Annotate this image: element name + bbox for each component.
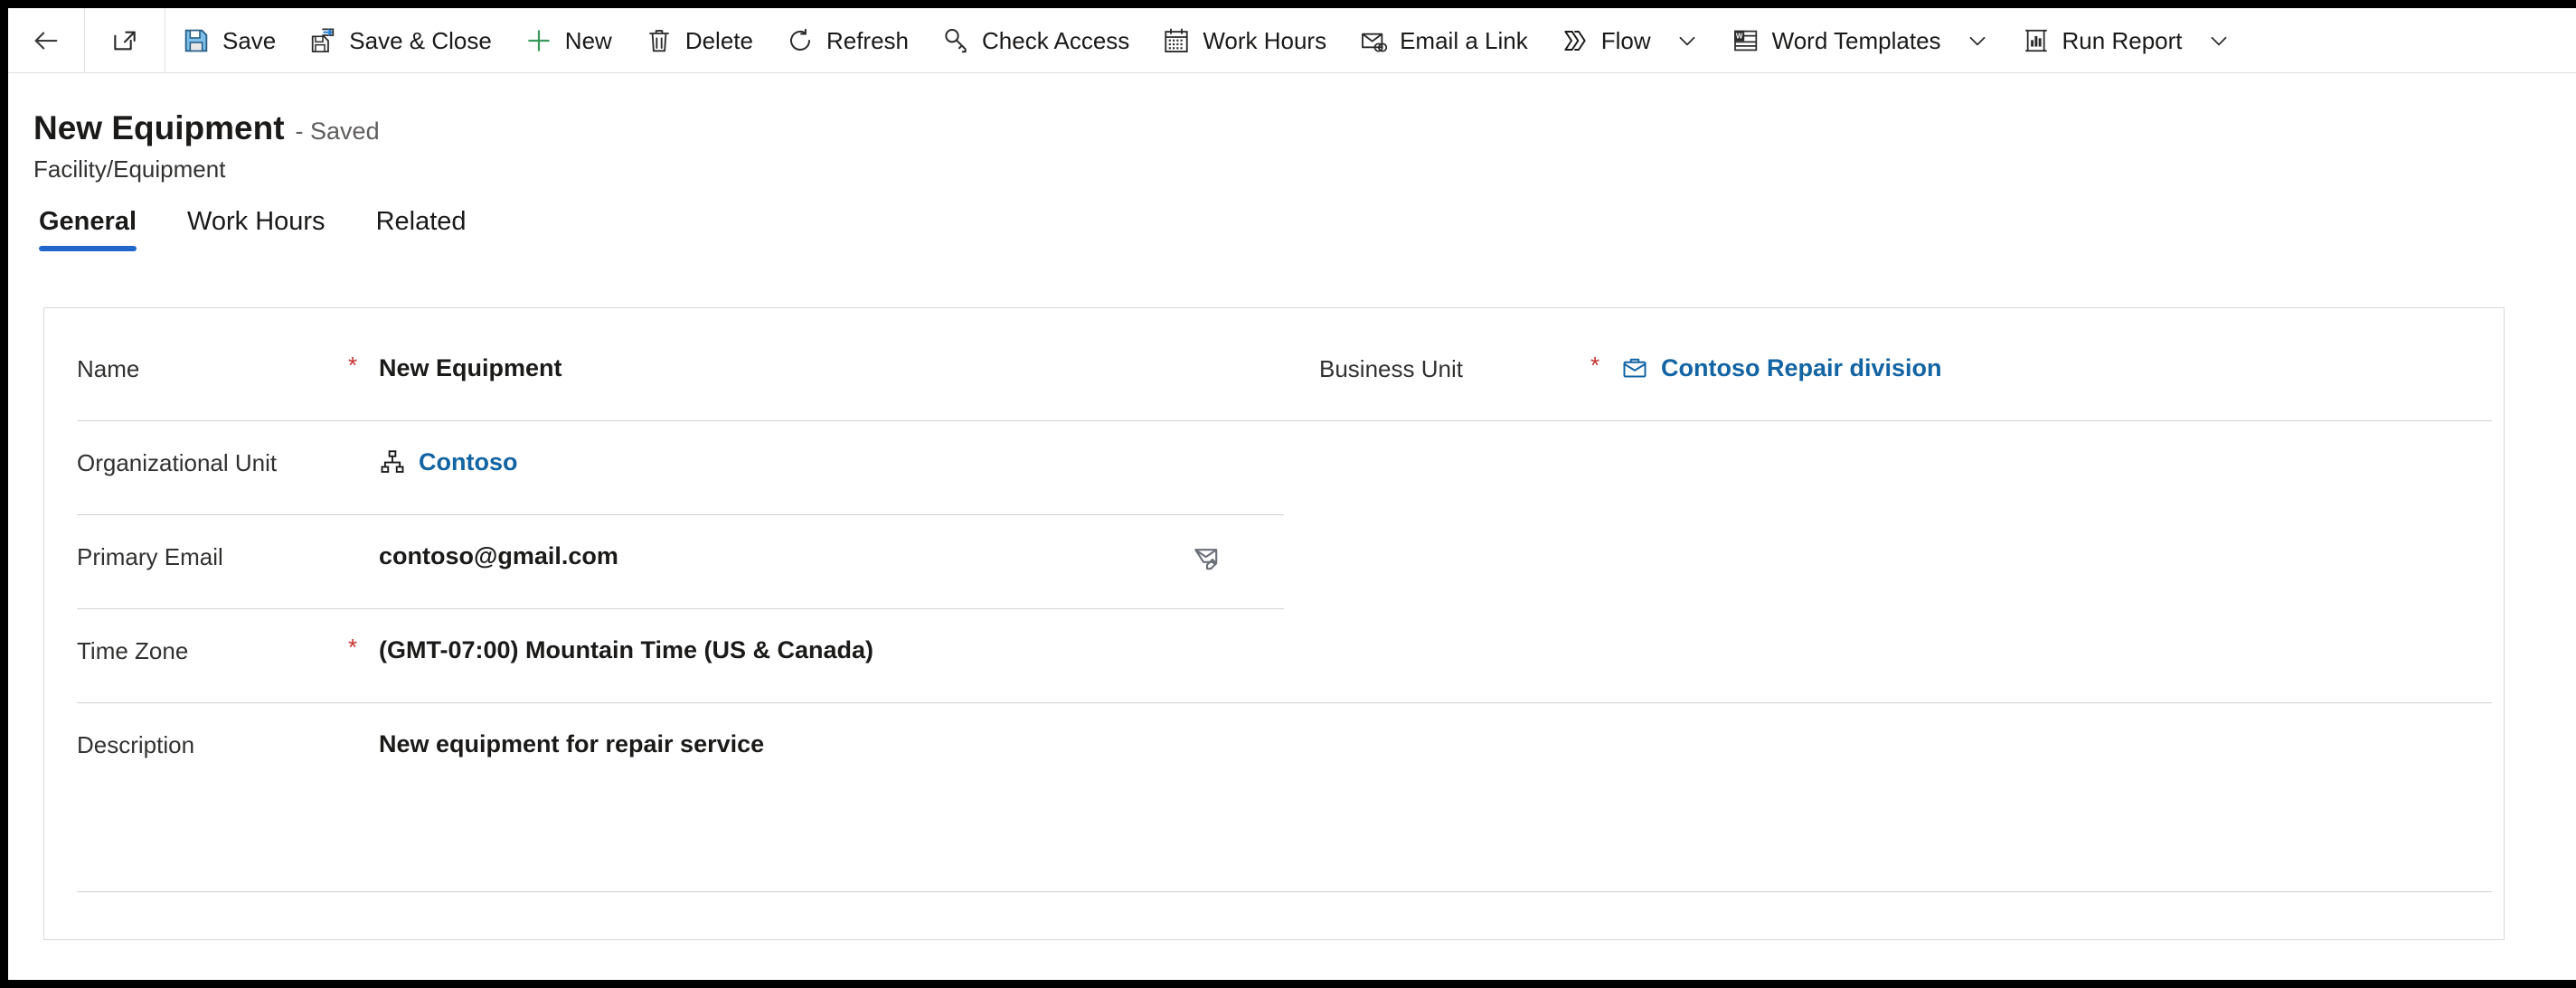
new-button[interactable]: New [508, 8, 628, 73]
compose-email-icon[interactable] [1182, 532, 1232, 583]
new-label: New [564, 26, 612, 54]
field-business-unit[interactable]: Business Unit * Contoso Repair division [1319, 352, 2458, 383]
refresh-icon [786, 26, 815, 55]
refresh-button[interactable]: Refresh [769, 8, 925, 73]
field-time-zone-value: (GMT-07:00) Mountain Time (US & Canada) [379, 636, 874, 663]
chevron-down-icon[interactable] [2207, 29, 2231, 52]
email-a-link-button[interactable]: Email a Link [1343, 8, 1544, 73]
run-report-button[interactable]: Run Report [2005, 8, 2247, 73]
field-business-unit-value: Contoso Repair division [1661, 354, 1942, 381]
refresh-label: Refresh [826, 26, 910, 54]
save-button[interactable]: Save [165, 8, 292, 73]
field-time-zone[interactable]: Time Zone * (GMT-07:00) Mountain Time (U… [77, 634, 1795, 665]
field-time-zone-label: Time Zone [77, 637, 189, 664]
row-divider-primary-email [77, 608, 1284, 609]
flow-button[interactable]: Flow [1544, 8, 1715, 73]
field-business-unit-label: Business Unit [1319, 355, 1463, 382]
save-and-close-label: Save & Close [349, 26, 492, 54]
org-hierarchy-icon [379, 448, 406, 475]
arrow-left-icon [31, 25, 61, 56]
row-divider-description [77, 891, 2492, 892]
field-organizational-unit-value: Contoso [419, 448, 518, 475]
chevron-down-icon[interactable] [1966, 29, 1989, 52]
field-name-label: Name [77, 355, 140, 382]
tab-general[interactable]: General [39, 207, 160, 251]
tab-related[interactable]: Related [376, 207, 490, 251]
work-hours-button[interactable]: Work Hours [1146, 8, 1343, 73]
row-divider-organizational-unit [77, 514, 1284, 515]
key-icon [941, 26, 970, 55]
popout-button[interactable] [85, 8, 165, 73]
field-organizational-unit-label: Organizational Unit [77, 449, 278, 476]
check-access-button[interactable]: Check Access [925, 8, 1146, 73]
tab-work-hours[interactable]: Work Hours [187, 207, 349, 251]
field-business-unit-value-wrap[interactable]: Contoso Repair division [1621, 352, 1942, 382]
plus-icon [524, 26, 553, 55]
field-primary-email[interactable]: Primary Email contoso@gmail.com [77, 540, 1288, 571]
tab-general-label: General [39, 207, 137, 236]
run-report-label: Run Report [2062, 26, 2183, 54]
field-organizational-unit[interactable]: Organizational Unit Contoso [77, 446, 1288, 477]
field-primary-email-required [348, 540, 379, 541]
chevron-down-icon[interactable] [1675, 29, 1699, 52]
field-organizational-unit-required [348, 446, 379, 447]
email-link-icon [1359, 26, 1388, 55]
row-divider-time-zone [77, 702, 2492, 703]
word-templates-button[interactable]: W Word Templates [1715, 8, 2005, 73]
popout-icon [110, 26, 139, 55]
field-primary-email-value: contoso@gmail.com [379, 542, 618, 569]
flow-icon [1561, 26, 1590, 55]
entity-name: Facility/Equipment [33, 155, 226, 183]
app-window: Save Save & Close New Delete Refresh Che… [0, 0, 2576, 988]
field-description-required [348, 728, 379, 729]
briefcase-icon [1621, 354, 1648, 381]
command-bar: Save Save & Close New Delete Refresh Che… [8, 8, 2576, 73]
page-title: New Equipment - Saved [8, 73, 2576, 145]
svg-text:W: W [1736, 32, 1743, 40]
delete-label: Delete [684, 26, 753, 54]
record-title: New Equipment [33, 109, 285, 146]
report-icon [2022, 26, 2051, 55]
tab-work-hours-label: Work Hours [187, 207, 326, 236]
field-name[interactable]: Name * New Equipment [77, 352, 1288, 383]
word-templates-label: Word Templates [1771, 26, 1941, 54]
calendar-icon [1162, 26, 1191, 55]
record-header: New Equipment - Saved Facility/Equipment… [8, 73, 2576, 251]
field-primary-email-label: Primary Email [77, 543, 223, 570]
field-business-unit-required: * [1590, 352, 1600, 379]
email-a-link-label: Email a Link [1400, 26, 1528, 54]
field-name-value: New Equipment [379, 354, 562, 381]
work-hours-label: Work Hours [1203, 26, 1327, 54]
word-icon: W [1731, 26, 1760, 55]
field-description[interactable]: Description New equipment for repair ser… [77, 728, 1795, 759]
tab-related-label: Related [375, 207, 467, 236]
back-button[interactable] [8, 8, 84, 73]
field-description-label: Description [77, 731, 195, 758]
form-tabs: General Work Hours Related [8, 183, 2576, 251]
trash-icon [645, 26, 674, 55]
save-and-close-button[interactable]: Save & Close [292, 8, 508, 73]
field-organizational-unit-value-wrap[interactable]: Contoso [379, 446, 517, 476]
row-divider-name [77, 420, 2492, 421]
save-close-icon [308, 26, 337, 55]
save-icon [182, 26, 211, 55]
field-name-required: * [348, 352, 358, 379]
record-save-state: - Saved [295, 118, 380, 145]
flow-label: Flow [1600, 26, 1651, 54]
field-time-zone-required: * [348, 634, 358, 661]
check-access-label: Check Access [982, 26, 1130, 54]
delete-button[interactable]: Delete [628, 8, 769, 73]
save-label: Save [222, 26, 277, 54]
field-description-value: New equipment for repair service [379, 730, 765, 757]
general-tab-panel: Name * New Equipment Business Unit * Con… [43, 307, 2505, 940]
